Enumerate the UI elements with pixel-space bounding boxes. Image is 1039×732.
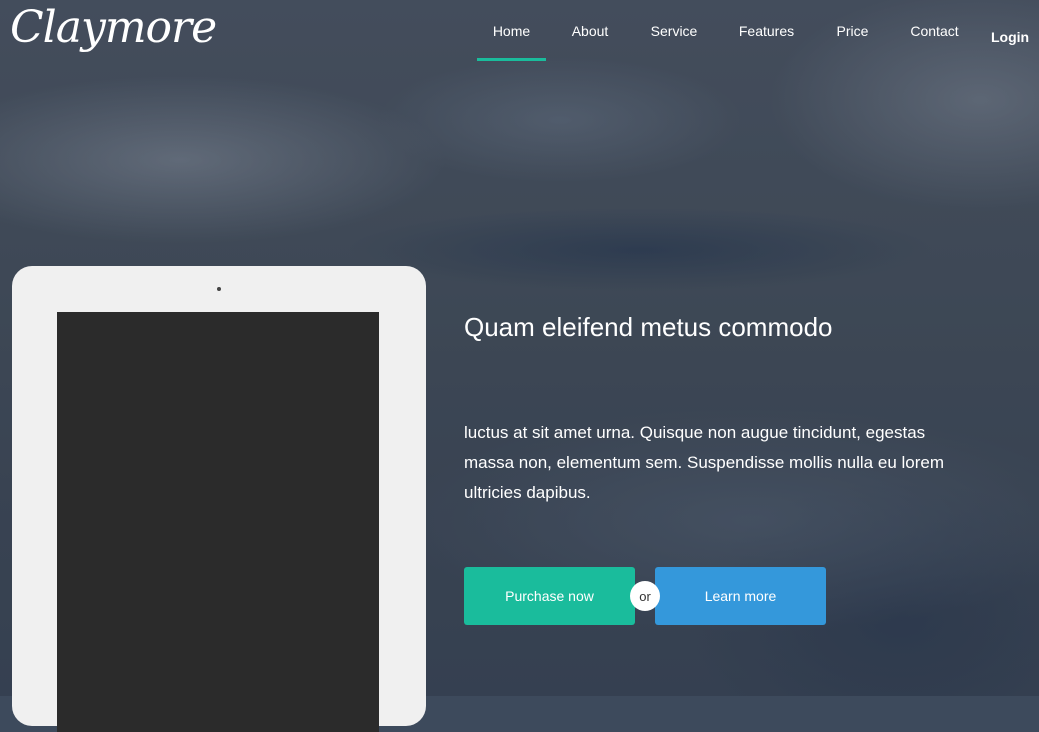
login-link[interactable]: Login xyxy=(991,0,1029,74)
nav-item-price[interactable]: Price xyxy=(819,0,886,62)
or-separator-badge: or xyxy=(630,581,660,611)
hero-headline: Quam eleifend metus commodo xyxy=(464,312,833,342)
brand-logo[interactable]: Claymore xyxy=(10,2,217,53)
hero-description: luctus at sit amet urna. Quisque non aug… xyxy=(464,423,945,502)
nav-item-about[interactable]: About xyxy=(546,0,634,62)
tablet-camera-icon xyxy=(217,287,221,291)
main-nav: Home About Service Features Price Contac… xyxy=(477,0,983,62)
purchase-now-button[interactable]: Purchase now xyxy=(464,567,635,625)
tablet-screen xyxy=(57,312,379,732)
tablet-mockup xyxy=(12,266,426,732)
nav-item-contact[interactable]: Contact xyxy=(886,0,983,62)
learn-more-button[interactable]: Learn more xyxy=(655,567,826,625)
nav-item-features[interactable]: Features xyxy=(714,0,819,62)
nav-item-home[interactable]: Home xyxy=(477,0,546,62)
nav-item-service[interactable]: Service xyxy=(634,0,714,62)
